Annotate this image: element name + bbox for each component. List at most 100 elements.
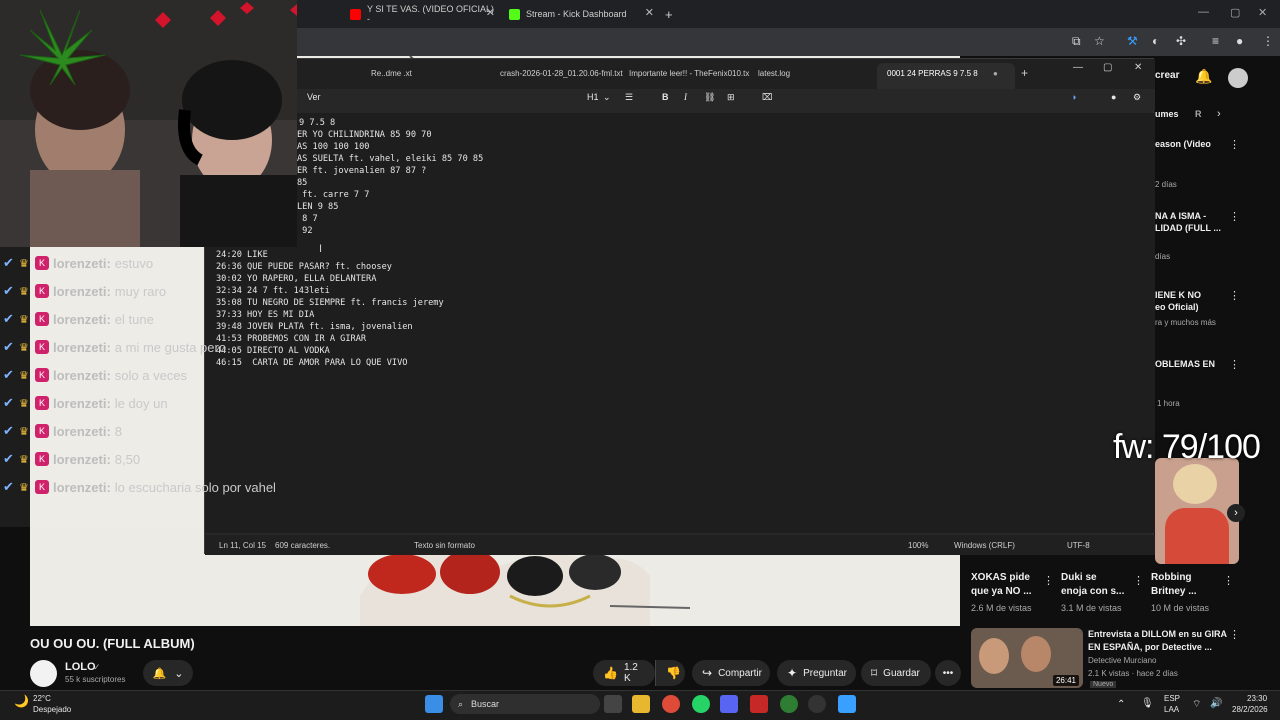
carousel-next-icon[interactable]: › (1227, 504, 1245, 522)
rec-video-title[interactable]: Entrevista a DILLOM en su GIRA EN ESPAÑA… (1088, 628, 1227, 654)
windows-start-icon[interactable] (425, 695, 443, 713)
weather-temp[interactable]: 22°C (33, 694, 51, 703)
dislike-button[interactable]: 👎 (655, 660, 685, 686)
zoom-level[interactable]: 100% (908, 541, 928, 550)
chevron-down-icon[interactable]: ⌄ (603, 92, 611, 103)
bookmark-star-icon[interactable]: ☆ (1094, 34, 1105, 48)
line-ending[interactable]: Windows (CRLF) (954, 541, 1015, 550)
heading-dropdown[interactable]: H1 (587, 92, 599, 102)
settings-gear-icon[interactable]: ⚙ (1133, 92, 1141, 103)
chevron-right-icon[interactable]: › (1217, 108, 1221, 120)
notepad-tab[interactable]: Re..dme .xt (371, 69, 412, 78)
notepad-icon[interactable] (838, 695, 856, 713)
media-icon[interactable]: ≡ (1212, 34, 1219, 48)
weather-desc[interactable]: Despejado (33, 705, 71, 714)
volume-icon[interactable]: 🔊 (1210, 698, 1222, 709)
close-icon[interactable]: ✕ (486, 6, 495, 19)
rec-title[interactable]: NA A ISMA - LIDAD (FULL ... (1155, 210, 1221, 234)
bold-button[interactable]: B (662, 92, 669, 102)
more-icon[interactable]: ⋮ (1229, 628, 1240, 641)
clear-format-icon[interactable]: ⌧ (762, 92, 772, 103)
whatsapp-icon[interactable] (692, 695, 710, 713)
profile-icon[interactable]: ● (1236, 34, 1243, 48)
notepad-tab[interactable]: Importante leer!! - TheFenix010.tx (629, 69, 749, 78)
dark-mode-icon[interactable]: ◐ (1152, 34, 1159, 48)
close-window-icon[interactable]: ✕ (1258, 6, 1267, 19)
more-icon[interactable]: ⋮ (1229, 289, 1240, 302)
format-mode[interactable]: Texto sin formato (414, 541, 475, 550)
chrome-icon[interactable] (662, 695, 680, 713)
rec-video-channel[interactable]: Detective Murciano (1088, 656, 1156, 665)
maximize-icon[interactable]: ▢ (1230, 6, 1240, 19)
channel-avatar[interactable] (30, 660, 57, 687)
chip-r[interactable]: R (1195, 108, 1202, 120)
chat-user: lorenzeti: (53, 479, 111, 495)
discord-icon[interactable] (720, 695, 738, 713)
language-layout[interactable]: LAA (1164, 705, 1179, 714)
table-icon[interactable]: ⊞ (727, 92, 735, 103)
notepad-tab[interactable]: latest.log (758, 69, 790, 78)
more-icon[interactable]: ⋮ (1229, 358, 1240, 371)
more-icon[interactable]: ⋮ (1043, 574, 1054, 587)
more-icon[interactable]: ⋮ (1133, 574, 1144, 587)
notepad-editor[interactable]: 9 7.5 8 ER YO CHILINDRINA 85 90 70 AS 10… (205, 113, 1155, 533)
save-button[interactable]: ⌑ Guardar (861, 660, 931, 686)
channel-name[interactable]: LOLO (65, 661, 96, 673)
rec-video-thumbnail[interactable]: 26:41 (971, 628, 1083, 688)
install-icon[interactable]: ⧉ (1072, 34, 1081, 49)
short-title[interactable]: XOKAS pide que ya NO ... (971, 571, 1032, 599)
chat-message: ✔ ♛ K lorenzeti: muy raro (3, 281, 166, 301)
rec-title[interactable]: eason (Video (1155, 138, 1211, 150)
notifications-bell-icon[interactable]: 🔔 (1195, 68, 1212, 85)
extension-icon[interactable]: ⚒ (1127, 34, 1138, 48)
tab-kick-dashboard[interactable]: Stream - Kick Dashboard ✕ (509, 4, 654, 24)
chip-umes[interactable]: umes (1155, 108, 1179, 120)
task-view-icon[interactable] (604, 695, 622, 713)
wifi-icon[interactable]: ⌔ (1192, 698, 1201, 711)
more-icon[interactable]: ⋮ (1229, 138, 1240, 151)
ask-button[interactable]: ✦ Preguntar (777, 660, 856, 686)
link-icon[interactable]: ⛓ (704, 92, 715, 103)
notepad-tab-active[interactable]: 0001 24 PERRAS 9 7.5 8 (887, 69, 978, 78)
close-icon[interactable]: ✕ (645, 6, 654, 19)
language-code[interactable]: ESP (1164, 694, 1180, 703)
new-tab-button[interactable]: + (665, 4, 680, 24)
taskbar-search[interactable]: ⌕ Buscar (450, 694, 600, 714)
account-icon[interactable]: ● (1111, 92, 1116, 102)
italic-button[interactable]: I (684, 92, 687, 102)
minimize-icon[interactable]: — (1198, 6, 1209, 18)
rec-title[interactable]: IENE K NO eo Oficial) (1155, 289, 1201, 313)
microphone-icon[interactable]: 🎙 (1141, 698, 1154, 709)
weather-icon[interactable]: 🌙 (14, 694, 29, 708)
copilot-icon[interactable]: ◑ (1071, 92, 1076, 102)
like-button[interactable]: 👍 1.2 K (593, 660, 655, 686)
notepad-tab[interactable]: crash-2026-01-28_01.20.06-fml.txt (500, 69, 623, 78)
menu-icon[interactable]: ⋮ (1262, 34, 1274, 48)
media-app-icon[interactable] (750, 695, 768, 713)
encoding[interactable]: UTF-8 (1067, 541, 1090, 550)
more-icon[interactable]: ⋮ (1223, 574, 1234, 587)
obs-icon[interactable] (808, 695, 826, 713)
share-button[interactable]: ↪ Compartir (692, 660, 770, 686)
new-notepad-tab-button[interactable]: + (1021, 66, 1028, 80)
account-avatar[interactable] (1228, 68, 1248, 88)
chevron-up-icon[interactable]: ⌃ (1117, 699, 1125, 710)
create-button[interactable]: crear (1155, 70, 1179, 82)
file-explorer-icon[interactable] (632, 695, 650, 713)
notification-subscribe-button[interactable]: 🔔 ⌄ (143, 660, 193, 686)
clock-date[interactable]: 28/2/2026 (1232, 705, 1268, 714)
puzzle-icon[interactable]: ✣ (1176, 34, 1186, 48)
maximize-icon[interactable]: ▢ (1103, 62, 1112, 73)
short-title[interactable]: Robbing Britney ... (1151, 571, 1197, 599)
minimize-icon[interactable]: — (1073, 62, 1083, 73)
more-actions-button[interactable]: ••• (935, 660, 961, 686)
clock-time[interactable]: 23:30 (1247, 694, 1267, 703)
short-title[interactable]: Duki se enoja con s... (1061, 571, 1124, 599)
tab-youtube-video[interactable]: Y SI TE VAS. (VIDEO OFICIAL) - ✕ (350, 4, 495, 24)
close-window-icon[interactable]: ✕ (1134, 62, 1142, 73)
browser-icon[interactable] (780, 695, 798, 713)
menu-ver[interactable]: Ver (307, 92, 321, 102)
more-icon[interactable]: ⋮ (1229, 210, 1240, 223)
rec-title[interactable]: OBLEMAS EN (1155, 358, 1215, 370)
list-icon[interactable]: ☰ (625, 92, 633, 103)
